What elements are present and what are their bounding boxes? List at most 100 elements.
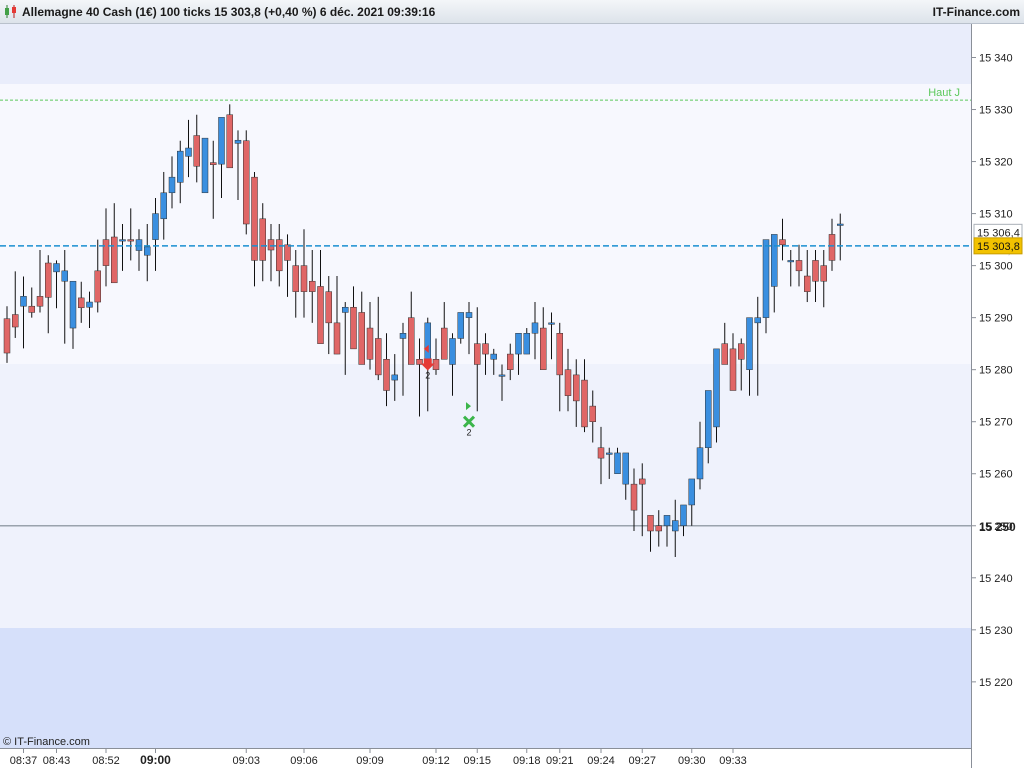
candle-down [812, 260, 819, 282]
x-tick-label: 08:52 [92, 755, 120, 767]
candle-up [424, 322, 431, 360]
candle-up [218, 117, 225, 165]
candle-up [523, 333, 530, 355]
candle-down [540, 327, 547, 370]
candle-up [531, 322, 539, 334]
x-tick-label: 09:30 [678, 755, 706, 767]
candle-down [564, 369, 572, 396]
candle-down [383, 359, 390, 391]
y-tick-label: 15 300 [979, 261, 1013, 273]
top-band [0, 24, 971, 84]
candle-up [771, 234, 778, 287]
candle-up [135, 239, 143, 251]
bottom-band [0, 628, 971, 748]
candle-up [61, 270, 68, 282]
candle-down [28, 305, 35, 313]
candle-down [45, 262, 52, 298]
candle-up [160, 192, 167, 220]
candle-up [746, 317, 753, 370]
candle-down [309, 280, 316, 292]
x-tick-label: 09:09 [356, 755, 384, 767]
candle-down [597, 447, 605, 459]
candle-up [185, 147, 192, 157]
x-tick-label: 09:18 [513, 755, 541, 767]
x-tick-label: 08:43 [43, 755, 71, 767]
candle-up [119, 239, 126, 242]
candle-up [837, 223, 844, 226]
candle-down [94, 270, 101, 303]
y-tick-label: 15 270 [979, 417, 1013, 429]
candle-down [441, 327, 448, 360]
candle-down [333, 322, 341, 355]
x-tick-label: 08:37 [10, 755, 38, 767]
price-chart[interactable]: 15 340 15 330 15 320 15 310 15 300 15 290 15 2… [0, 0, 1024, 768]
candle-down [804, 275, 811, 292]
candle-up [465, 312, 473, 318]
chart-title: Allemagne 40 Cash (1€) 100 ticks 15 303,… [22, 5, 436, 19]
x-tick-label: 09:12 [422, 755, 450, 767]
candle-up [688, 478, 695, 506]
support-level-label: 15 250 [979, 520, 1016, 534]
signal-count: 2 [466, 428, 471, 438]
candle-up [144, 246, 151, 256]
candle-up [168, 176, 176, 194]
candle-down [259, 218, 266, 261]
y-tick-label: 15 320 [979, 157, 1013, 169]
candle-up [234, 139, 242, 144]
candle-down [655, 525, 662, 532]
candle-down [3, 318, 11, 354]
site-name[interactable]: IT-Finance.com [933, 5, 1020, 19]
candle-up [705, 390, 712, 448]
y-tick-label: 15 290 [979, 313, 1013, 325]
candle-down [408, 317, 415, 365]
candle-up [548, 322, 555, 325]
candle-down [243, 140, 250, 225]
candle-down [276, 239, 283, 272]
x-tick-label: 09:33 [719, 755, 747, 767]
candle-up [399, 333, 407, 339]
price-axis-area [972, 24, 1024, 768]
candle-up [696, 447, 704, 480]
y-tick-label: 15 260 [979, 469, 1013, 481]
candle-up [20, 296, 27, 307]
candle-down [581, 379, 588, 428]
candle-down [325, 291, 332, 324]
candle-down [251, 176, 258, 261]
candle-down [779, 239, 786, 246]
x-tick-label: 09:27 [628, 755, 656, 767]
candle-down [210, 162, 217, 165]
candle-down [193, 135, 200, 167]
candle-down [474, 343, 481, 365]
candle-down [482, 343, 489, 355]
y-tick-label: 15 330 [979, 105, 1013, 117]
candle-up [663, 515, 671, 527]
upper-light-band [0, 84, 971, 364]
candle-up [614, 452, 621, 474]
title-bar: Allemagne 40 Cash (1€) 100 ticks 15 303,… [0, 0, 1024, 24]
y-tick-label: 15 220 [979, 677, 1013, 689]
candle-up [680, 504, 687, 527]
candle-down [630, 483, 638, 511]
signal-count: 2 [425, 370, 430, 380]
candle-down [111, 236, 118, 284]
candle-down [721, 343, 728, 365]
copyright-watermark: © IT-Finance.com [3, 736, 90, 748]
candle-down [300, 265, 308, 292]
candle-down [828, 234, 836, 261]
y-tick-label: 15 230 [979, 625, 1013, 637]
candle-down [556, 333, 563, 376]
candle-up [342, 306, 349, 313]
x-tick-label: 09:03 [232, 755, 260, 767]
candle-up [762, 239, 770, 318]
candle-down [317, 286, 324, 344]
candle-down [729, 348, 737, 391]
x-tick-label: 09:15 [463, 755, 491, 767]
candle-down [820, 265, 827, 282]
current-price-label: 15 303,8 [977, 241, 1020, 253]
x-tick-label: 09:00 [140, 753, 171, 767]
y-tick-label: 15 310 [979, 209, 1013, 221]
candlestick-chart-icon [5, 5, 16, 18]
candle-up [391, 374, 398, 381]
candle-down [589, 405, 596, 422]
candle-down [226, 114, 233, 169]
